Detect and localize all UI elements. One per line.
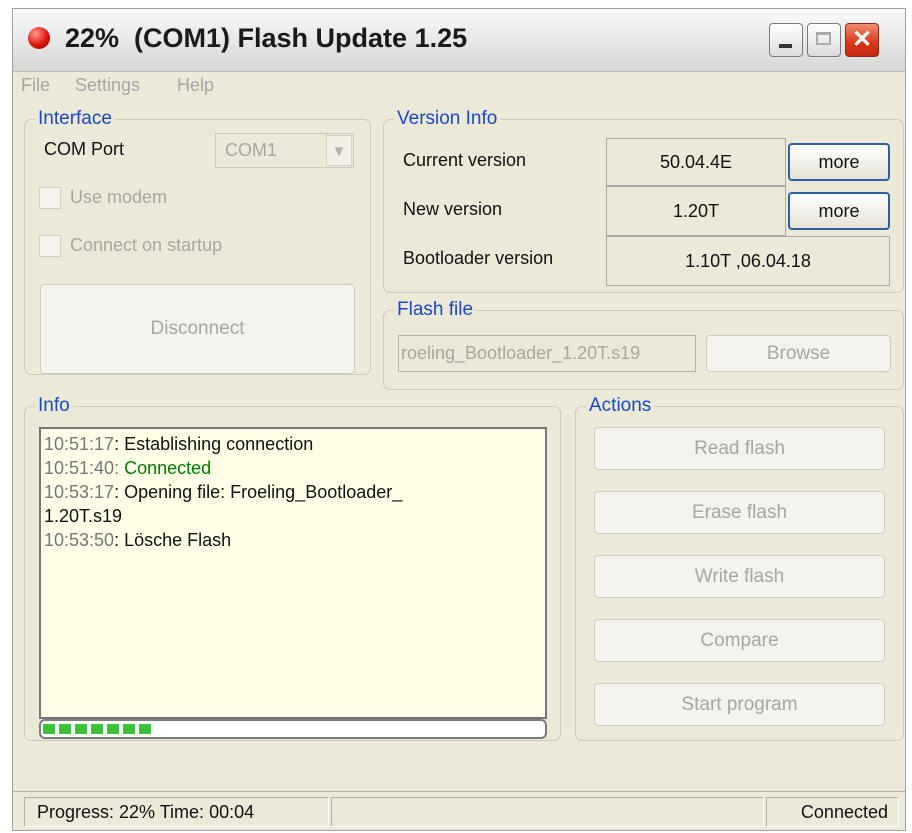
com-port-label: COM Port [44, 139, 125, 159]
log-message: Connected [124, 458, 212, 478]
menu-file[interactable]: File [21, 75, 50, 96]
log-line: 10:53:17: Opening file: Froeling_Bootloa… [44, 482, 403, 502]
current-version-more-button[interactable]: more [788, 143, 890, 181]
close-icon: ✕ [851, 26, 873, 53]
progress-fill [43, 724, 153, 734]
status-spacer [331, 797, 764, 827]
erase-flash-button[interactable]: Erase flash [594, 491, 885, 534]
bootloader-version-label: Bootloader version [403, 248, 554, 268]
log-message: Establishing connection [124, 434, 314, 454]
interface-legend: Interface [35, 108, 115, 130]
bootloader-version-value: 1.10T ,06.04.18 [606, 236, 890, 286]
browse-button[interactable]: Browse [706, 335, 891, 372]
start-program-button[interactable]: Start program [594, 683, 885, 726]
new-version-label: New version [403, 199, 503, 219]
log-line: 10:51:40: Connected [44, 458, 212, 478]
status-bar: Progress: 22% Time: 00:04 Connected [13, 791, 905, 831]
version-info-group: Version Info Current version 50.04.4E mo… [383, 108, 904, 293]
info-legend: Info [35, 395, 73, 417]
maximize-button[interactable] [807, 23, 841, 57]
com-port-select[interactable]: COM1 ▼ [215, 133, 354, 168]
menu-help[interactable]: Help [177, 75, 214, 96]
compare-button[interactable]: Compare [594, 619, 885, 662]
write-flash-button[interactable]: Write flash [594, 555, 885, 598]
read-flash-button[interactable]: Read flash [594, 427, 885, 470]
actions-group: Actions Read flash Erase flash Write fla… [575, 395, 904, 741]
status-progress-text: Progress: 22% Time: 00:04 [24, 797, 329, 827]
log-message: Opening file: Froeling_Bootloader_ [124, 482, 403, 502]
app-window: 22% (COM1) Flash Update 1.25 ✕ File Sett… [12, 8, 906, 831]
use-modem-checkbox[interactable] [39, 187, 61, 209]
status-connection: Connected [766, 797, 899, 827]
connect-on-startup-checkbox[interactable] [39, 235, 61, 257]
info-log[interactable]: 10:51:17: Establishing connection 10:51:… [39, 427, 547, 719]
com-port-value: COM1 [225, 140, 278, 160]
new-version-value: 1.20T [606, 186, 786, 236]
connect-on-startup-label: Connect on startup [70, 235, 223, 255]
interface-group: Interface COM Port COM1 ▼ Use modem Conn… [24, 108, 371, 375]
chevron-down-icon[interactable]: ▼ [326, 135, 352, 166]
title-bar[interactable]: 22% (COM1) Flash Update 1.25 ✕ [13, 9, 905, 72]
flash-file-group: Flash file roeling_Bootloader_1.20T.s19 … [383, 299, 904, 390]
log-time: 10:51:17 [44, 434, 115, 454]
version-info-legend: Version Info [394, 108, 501, 130]
log-line: 10:53:50: Lösche Flash [44, 530, 232, 550]
log-time: 10:53:17 [44, 482, 115, 502]
log-message: 1.20T.s19 [44, 506, 123, 526]
menu-settings[interactable]: Settings [75, 75, 140, 96]
progress-bar [39, 719, 547, 739]
flash-file-path-field[interactable]: roeling_Bootloader_1.20T.s19 [398, 335, 696, 372]
close-button[interactable]: ✕ [845, 23, 879, 57]
log-line: 1.20T.s19 [44, 506, 122, 527]
log-line: 10:51:17: Establishing connection [44, 434, 314, 454]
current-version-label: Current version [403, 150, 527, 170]
flash-file-legend: Flash file [394, 299, 477, 321]
use-modem-label: Use modem [70, 187, 168, 207]
status-dot-icon [28, 27, 50, 49]
maximize-icon [816, 32, 831, 45]
log-time: 10:53:50 [44, 530, 115, 550]
new-version-more-button[interactable]: more [788, 192, 890, 230]
minimize-icon [779, 44, 792, 48]
actions-legend: Actions [586, 395, 655, 417]
current-version-value: 50.04.4E [606, 138, 786, 186]
info-group: Info 10:51:17: Establishing connection 1… [24, 395, 561, 741]
menu-bar: File Settings Help [13, 71, 905, 101]
minimize-button[interactable] [769, 23, 803, 57]
window-title: 22% (COM1) Flash Update 1.25 [65, 23, 468, 53]
log-message: Lösche Flash [124, 530, 232, 550]
log-time: 10:51:40 [44, 458, 115, 478]
disconnect-button[interactable]: Disconnect [40, 284, 355, 374]
